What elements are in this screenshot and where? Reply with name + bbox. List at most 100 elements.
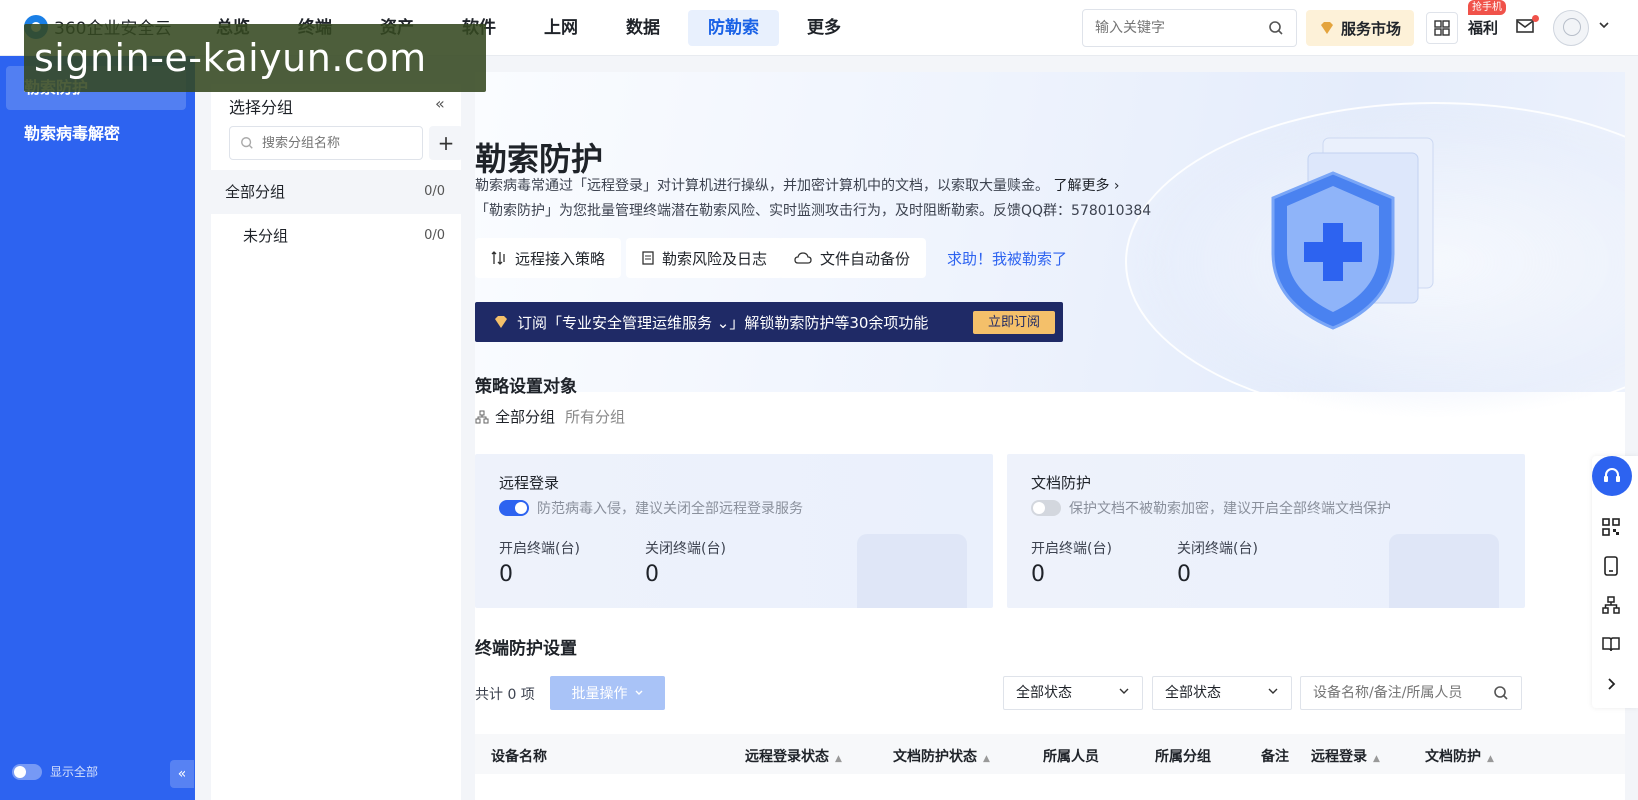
help-ransomed-link[interactable]: 求助！我被勒索了 (947, 248, 1067, 269)
column-owner[interactable]: 所属人员 (1043, 746, 1099, 766)
enabled-count-label: 开启终端(台) (499, 541, 580, 557)
shield-illustration-icon (1271, 137, 1434, 330)
table-header: 设备名称 远程登录状态 ▲ 文档防护状态 ▲ 所属人员 所属分组 备注 远程登录 ▲ … (475, 734, 1625, 774)
qrcode-icon[interactable] (1602, 518, 1620, 540)
collapse-panel-icon[interactable]: « (435, 94, 445, 113)
chevron-down-icon (635, 690, 642, 695)
notification-dot (1532, 15, 1539, 22)
service-market-label: 服务市场 (1340, 19, 1401, 38)
hero-banner: 勒索防护 勒索病毒常通过「远程登录」对计算机进行操纵，并加密计算机中的文档，以索… (475, 72, 1625, 422)
column-note[interactable]: 备注 (1261, 746, 1289, 766)
column-device-name[interactable]: 设备名称 (491, 746, 547, 766)
document-protection-card: 文档防护 保护文档不被勒索加密，建议开启全部终端文档保护 开启终端(台) 0 关… (1007, 454, 1525, 608)
column-label: 远程登录状态 (745, 749, 829, 765)
book-icon[interactable] (1602, 636, 1620, 656)
add-group-button[interactable]: + (429, 126, 463, 160)
policy-target-note: 所有分组 (565, 408, 626, 426)
global-search-input[interactable] (1095, 10, 1265, 46)
enabled-count-value[interactable]: 0 (1031, 562, 1045, 587)
card-decoration (857, 534, 967, 608)
device-search (1300, 676, 1522, 710)
remote-login-switch[interactable] (499, 500, 529, 516)
apps-grid-button[interactable] (1426, 12, 1458, 44)
page-title: 勒索防护 (475, 140, 604, 178)
filter-value: 全部状态 (1165, 685, 1221, 701)
column-document-protection[interactable]: 文档防护 ▲ (1425, 746, 1494, 766)
total-count: 共计 0 项 (475, 687, 535, 703)
subscribe-now-button[interactable]: 立即订阅 (973, 311, 1055, 334)
nav-item-internet[interactable]: 上网 (524, 10, 598, 46)
sidebar-item-ransomware-decrypt[interactable]: 勒索病毒解密 (6, 112, 186, 156)
policy-target-value[interactable]: 全部分组 (495, 406, 555, 427)
avatar[interactable] (1553, 10, 1589, 46)
group-panel: 选择分组 « + 全部分组 0/0 未分组 0/0 (211, 84, 463, 800)
search-icon (240, 136, 254, 154)
enabled-count-value[interactable]: 0 (499, 562, 513, 587)
learn-more-link[interactable]: 了解更多 › (1053, 178, 1119, 194)
chevron-down-icon (1118, 677, 1130, 709)
disabled-count-value[interactable]: 0 (645, 562, 659, 587)
search-icon[interactable] (1268, 20, 1284, 40)
card-title: 远程登录 (499, 474, 560, 492)
sidebar: 勒索防护 勒索病毒解密 显示全部 « (0, 56, 195, 800)
remote-access-policy-button[interactable]: 远程接入策略 (475, 238, 622, 278)
org-tree-icon (475, 410, 489, 423)
customer-service-button[interactable] (1592, 456, 1632, 496)
auto-backup-button[interactable]: 文件自动备份 (778, 238, 927, 278)
watermark-overlay: signin-e-kaiyun.com (24, 24, 486, 92)
headset-icon (1604, 468, 1620, 482)
filter-value: 全部状态 (1016, 685, 1072, 701)
nav-item-more[interactable]: 更多 (787, 10, 861, 46)
hero-description-2: 「勒索防护」为您批量管理终端潜在勒索风险、实时监测攻击行为，及时阻断勒索。反馈Q… (475, 203, 1152, 219)
show-all-toggle[interactable]: 显示全部 (12, 763, 98, 780)
sort-icon[interactable]: ▲ (1373, 754, 1380, 764)
sort-icon[interactable]: ▲ (1487, 754, 1494, 764)
card-decoration (1389, 534, 1499, 608)
column-group[interactable]: 所属分组 (1155, 746, 1211, 766)
sort-icon[interactable]: ▲ (983, 754, 990, 764)
column-remote-status[interactable]: 远程登录状态 ▲ (745, 746, 842, 766)
collapse-sidebar-icon[interactable]: « (170, 760, 194, 788)
topology-icon[interactable] (1602, 596, 1620, 618)
toggle-switch[interactable] (12, 763, 42, 780)
card-title: 文档防护 (1031, 474, 1092, 492)
ransomware-risk-log-button[interactable]: 勒索风险及日志 (626, 238, 784, 278)
column-document-status[interactable]: 文档防护状态 ▲ (893, 746, 990, 766)
group-row-all[interactable]: 全部分组 0/0 (211, 170, 461, 214)
button-label: 文件自动备份 (820, 249, 911, 268)
nav-item-data[interactable]: 数据 (606, 10, 680, 46)
group-search-input[interactable] (262, 127, 417, 159)
column-remote-login[interactable]: 远程登录 ▲ (1311, 746, 1380, 766)
welfare-link[interactable]: 福利 (1468, 17, 1498, 38)
hero-description: 勒索病毒常通过「远程登录」对计算机进行操纵，并加密计算机中的文档，以索取大量赎金… (475, 175, 1120, 195)
batch-operation-label: 批量操作 (571, 686, 628, 702)
group-count: 0/0 (424, 184, 445, 199)
device-search-input[interactable] (1313, 677, 1488, 709)
document-icon (642, 251, 654, 265)
document-protection-switch[interactable] (1031, 500, 1061, 516)
chevron-down-icon[interactable] (1598, 19, 1610, 35)
document-status-filter[interactable]: 全部状态 (1152, 676, 1292, 710)
button-label: 远程接入策略 (515, 249, 606, 268)
batch-operation-button[interactable]: 批量操作 (550, 676, 665, 710)
button-label: 勒索风险及日志 (662, 249, 768, 268)
nav-item-anti-ransomware[interactable]: 防勒索 (688, 10, 779, 46)
remote-login-card: 远程登录 防范病毒入侵，建议关闭全部远程登录服务 开启终端(台) 0 关闭终端(… (475, 454, 993, 608)
enabled-count-label: 开启终端(台) (1031, 541, 1112, 557)
card-description: 防范病毒入侵，建议关闭全部远程登录服务 (537, 501, 803, 517)
search-icon[interactable] (1493, 685, 1509, 705)
policy-section-title: 策略设置对象 (475, 377, 577, 397)
chevron-down-icon (1267, 677, 1279, 709)
service-market-button[interactable]: 服务市场 (1306, 10, 1414, 46)
group-row-ungrouped[interactable]: 未分组 0/0 (211, 214, 461, 258)
terminal-section-title: 终端防护设置 (475, 639, 577, 659)
card-description: 保护文档不被勒索加密，建议开启全部终端文档保护 (1069, 501, 1391, 517)
mobile-icon[interactable] (1602, 556, 1620, 580)
remote-status-filter[interactable]: 全部状态 (1003, 676, 1143, 710)
mail-icon[interactable] (1516, 18, 1534, 38)
chevron-right-icon[interactable] (1602, 676, 1620, 696)
disabled-count-value[interactable]: 0 (1177, 562, 1191, 587)
welfare-badge: 抢手机 (1468, 0, 1506, 15)
group-panel-title: 选择分组 (229, 98, 294, 117)
sort-icon[interactable]: ▲ (835, 754, 842, 764)
